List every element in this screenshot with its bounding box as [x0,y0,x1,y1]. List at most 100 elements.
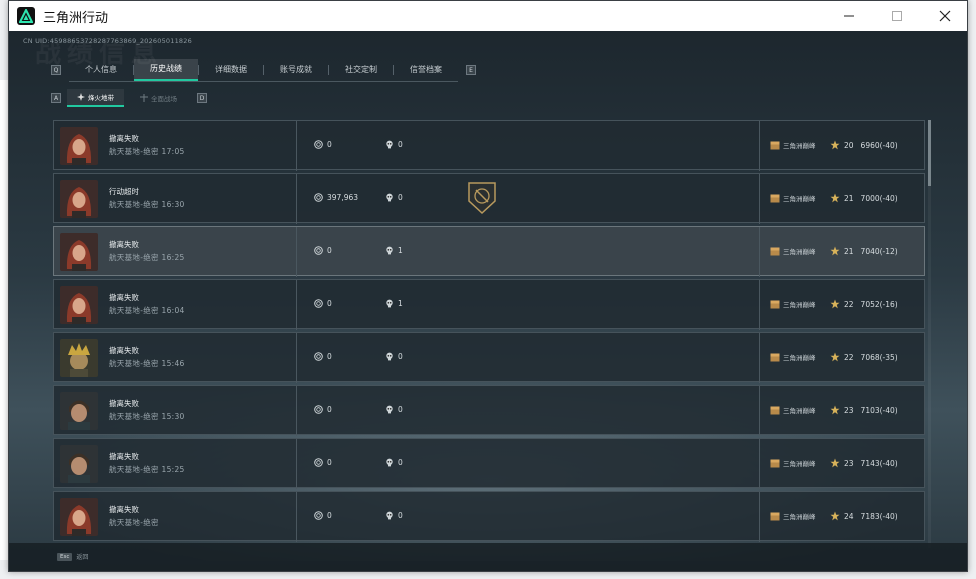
treasure-box-icon [770,406,780,414]
skull-icon [386,193,393,202]
mode-subtabs: A 烽火地带 全面战场 D [51,89,207,107]
tab-4[interactable]: 社交定制 [329,59,393,81]
rank-score: 7103(-40) [860,405,898,415]
rank-score: 7040(-12) [860,246,898,256]
star-rank-icon [830,193,840,203]
kills-stat: 0 [385,140,403,149]
divider [759,439,760,489]
operator-avatar [60,392,98,430]
match-map: 航天基地-绝密 [109,253,159,262]
match-time: 17:05 [161,147,185,156]
minimize-icon [844,15,854,17]
money-value: 0 [327,299,332,308]
money-value: 397,963 [327,193,359,202]
treasure-box-icon [770,141,780,149]
match-row[interactable]: 撤离失败 航天基地-绝密 17:05 0 0 三角洲巅峰 20 6960(-40) [53,120,925,171]
prev-subtab-key[interactable]: A [51,93,61,103]
divider [759,227,760,277]
prev-tab-key[interactable]: Q [51,65,61,75]
match-result: 行动超时 [109,187,139,196]
match-row[interactable]: 撤离失败 航天基地-绝密 0 0 三角洲巅峰 24 7183(-40) [53,491,925,542]
match-map-time: 航天基地-绝密 15:25 [109,464,185,475]
list-scrollbar[interactable] [928,120,931,548]
subtab-full-warfare[interactable]: 全面战场 [130,89,187,107]
subtab-hazard-ops[interactable]: 烽火地带 [67,89,124,107]
treasure-box-icon [770,353,780,361]
money-stat: 397,963 [314,193,358,202]
mode-name: 三角洲巅峰 [783,142,816,150]
rank-level: 24 [844,511,854,521]
rank-level: 23 [844,458,854,468]
kills-stat: 1 [385,246,403,255]
money-value: 0 [327,140,332,149]
operator-avatar [60,286,98,324]
match-result: 撤离失败 [109,346,139,355]
back-button[interactable]: Esc 返回 [57,552,88,561]
minimize-button[interactable] [825,1,873,31]
match-row[interactable]: 撤离失败 航天基地-绝密 15:46 0 0 三角洲巅峰 22 7068(-35) [53,332,925,383]
match-map-time: 航天基地-绝密 16:04 [109,305,185,316]
mode-name: 三角洲巅峰 [783,460,816,468]
next-tab-key[interactable]: E [466,65,476,75]
match-result: 撤离失败 [109,399,139,408]
tab-1[interactable]: 历史战绩 [134,58,198,81]
full-warfare-icon [140,94,148,102]
mode-label: 三角洲巅峰 [770,458,816,468]
skull-icon [386,405,393,414]
match-result: 撤离失败 [109,452,139,461]
skull-icon [386,352,393,361]
title-bar: 三角洲行动 [9,1,967,31]
tab-0[interactable]: 个人信息 [69,59,133,81]
next-subtab-key[interactable]: D [197,93,207,103]
mode-name: 三角洲巅峰 [783,301,816,309]
divider [759,333,760,383]
operator-avatar [60,127,98,165]
close-icon [939,10,951,22]
match-row[interactable]: 撤离失败 航天基地-绝密 16:04 0 1 三角洲巅峰 22 7052(-16) [53,279,925,330]
tab-5[interactable]: 信誉档案 [394,59,458,81]
rank-score: 6960(-40) [860,140,898,150]
match-map-time: 航天基地-绝密 15:30 [109,411,185,422]
match-history-list: 撤离失败 航天基地-绝密 17:05 0 0 三角洲巅峰 20 6960(-40) 行动超时航… [53,120,925,548]
app-window: 三角洲行动 战绩信息 CN UID:4598865372828776386​9_… [8,0,968,572]
match-map-time: 航天基地-绝密 15:46 [109,358,185,369]
rank-stat: 23 7143(-40) [830,458,898,468]
mode-name: 三角洲巅峰 [783,354,816,362]
treasure-box-icon [770,247,780,255]
scroll-thumb[interactable] [928,120,931,186]
tab-2[interactable]: 详细数据 [199,59,263,81]
match-row[interactable]: 撤离失败 航天基地-绝密 16:25 0 1 三角洲巅峰 21 7040(-12) [53,226,925,277]
money-value: 0 [327,458,332,467]
match-row[interactable]: 行动超时 航天基地-绝密 16:30 397,963 0 三角洲巅峰 21 7000(-40… [53,173,925,224]
kills-value: 1 [398,246,403,255]
rank-level: 21 [844,193,854,203]
rank-score: 7068(-35) [860,352,898,362]
rank-level: 23 [844,405,854,415]
skull-icon [386,140,393,149]
coin-icon [314,299,323,308]
rank-stat: 23 7103(-40) [830,405,898,415]
subtab-label: 烽火地带 [88,94,114,102]
operator-avatar [60,498,98,536]
rank-stat: 22 7068(-35) [830,352,898,362]
operator-avatar [60,339,98,377]
tab-3[interactable]: 账号成就 [264,59,328,81]
match-map: 航天基地-绝密 [109,412,159,421]
divider [759,280,760,330]
operator-avatar [60,233,98,271]
money-stat: 0 [314,299,332,308]
match-time: 15:46 [161,359,185,368]
divider [296,333,297,383]
mode-name: 三角洲巅峰 [783,248,816,256]
maximize-button[interactable] [873,1,921,31]
rank-stat: 21 7040(-12) [830,246,898,256]
match-row[interactable]: 撤离失败 航天基地-绝密 15:30 0 0 三角洲巅峰 23 7103(-40) [53,385,925,436]
close-button[interactable] [921,1,967,31]
tab-list: 个人信息 历史战绩 详细数据 账号成就 社交定制 信誉档案 [69,58,458,82]
kills-value: 0 [398,511,403,520]
divider [296,386,297,436]
match-row[interactable]: 撤离失败 航天基地-绝密 15:25 0 0 三角洲巅峰 23 7143(-40) [53,438,925,489]
mode-label: 三角洲巅峰 [770,511,816,521]
desktop: 三角洲行动 战绩信息 CN UID:4598865372828776386​9_… [0,0,976,579]
maximize-icon [892,11,902,21]
